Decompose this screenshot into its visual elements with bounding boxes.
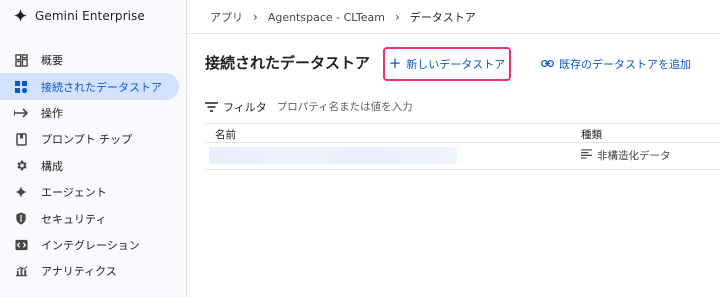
sidebar-item-label: エージェント [41, 186, 107, 200]
gemini-sparkle-icon [14, 7, 27, 26]
link-icon [541, 58, 554, 71]
sidebar-item-configuration[interactable]: 構成 [0, 153, 179, 179]
row-type-label: 非構造化データ [597, 150, 671, 162]
sidebar-item-label: 操作 [41, 106, 63, 120]
sidebar-item-label: セキュリティ [41, 212, 107, 226]
sidebar-item-label: 構成 [41, 159, 63, 173]
new-datastore-label: 新しいデータストア [406, 58, 506, 71]
sidebar-item-operations[interactable]: 操作 [0, 100, 179, 126]
column-header-type[interactable]: 種類 [581, 127, 602, 142]
sidebar-item-overview[interactable]: 概要 [0, 47, 179, 73]
sidebar-item-label: プロンプト チップ [41, 133, 133, 147]
new-datastore-button[interactable]: + 新しいデータストア [383, 47, 511, 81]
app-brand[interactable]: Gemini Enterprise [14, 6, 145, 26]
table-row[interactable]: 非構造化データ [205, 143, 720, 170]
sidebar-item-label: インテグレーション [41, 238, 140, 252]
plus-icon: + [388, 54, 402, 72]
breadcrumb-app-name[interactable]: Agentspace - CLTeam [268, 11, 385, 24]
sidebar-item-connected-datastores[interactable]: 接続されたデータストア [0, 73, 179, 100]
main-content: アプリ › Agentspace - CLTeam › データストア 接続された… [188, 0, 720, 297]
add-existing-label: 既存のデータストアを追加 [559, 58, 691, 71]
analytics-icon [14, 264, 28, 278]
sidebar-item-prompt-tips[interactable]: プロンプト チップ [0, 126, 179, 152]
sidebar-item-analytics[interactable]: アナリティクス [0, 258, 179, 284]
filter-bar: フィルタ [205, 96, 720, 118]
app-title: Gemini Enterprise [35, 9, 145, 23]
row-type: 非構造化データ [581, 148, 671, 163]
row-name-redacted[interactable] [209, 147, 457, 164]
sidebar-item-label: アナリティクス [41, 265, 117, 279]
sidebar-item-label: 概要 [41, 54, 63, 68]
column-header-name[interactable]: 名前 [215, 127, 236, 142]
filter-icon[interactable] [205, 101, 218, 113]
chevron-right-icon: › [394, 10, 400, 24]
filter-input[interactable] [276, 101, 577, 113]
unstructured-data-icon [581, 149, 592, 162]
overview-icon [14, 53, 28, 67]
breadcrumb-apps[interactable]: アプリ [210, 9, 243, 25]
operations-arrow-icon [14, 106, 28, 120]
page-title: 接続されたデータストア [205, 54, 371, 72]
sidebar: Gemini Enterprise 概要 接続されたデータストア 操作 プロンプ… [0, 0, 187, 297]
sparkle-icon [14, 185, 28, 199]
code-icon [14, 238, 28, 252]
breadcrumb: アプリ › Agentspace - CLTeam › データストア [210, 8, 476, 26]
bookmark-icon [14, 132, 28, 146]
add-existing-datastore-button[interactable]: 既存のデータストアを追加 [541, 55, 691, 73]
filter-label[interactable]: フィルタ [223, 99, 267, 115]
chevron-right-icon: › [253, 10, 258, 24]
datastore-icon [14, 80, 28, 94]
header-divider [188, 33, 720, 34]
datastore-table: 名前 種類 非構造化データ [205, 123, 720, 170]
gear-icon [14, 159, 28, 173]
sidebar-nav: 概要 接続されたデータストア 操作 プロンプト チップ 構成 エージェント セキ… [0, 47, 187, 285]
breadcrumb-current: データストア [409, 11, 476, 24]
sidebar-item-integrations[interactable]: インテグレーション [0, 232, 179, 258]
sidebar-item-security[interactable]: セキュリティ [0, 205, 179, 231]
table-header: 名前 種類 [205, 123, 720, 143]
sidebar-item-label: 接続されたデータストア [41, 80, 162, 94]
sidebar-item-agents[interactable]: エージェント [0, 179, 179, 205]
shield-icon [14, 212, 28, 226]
